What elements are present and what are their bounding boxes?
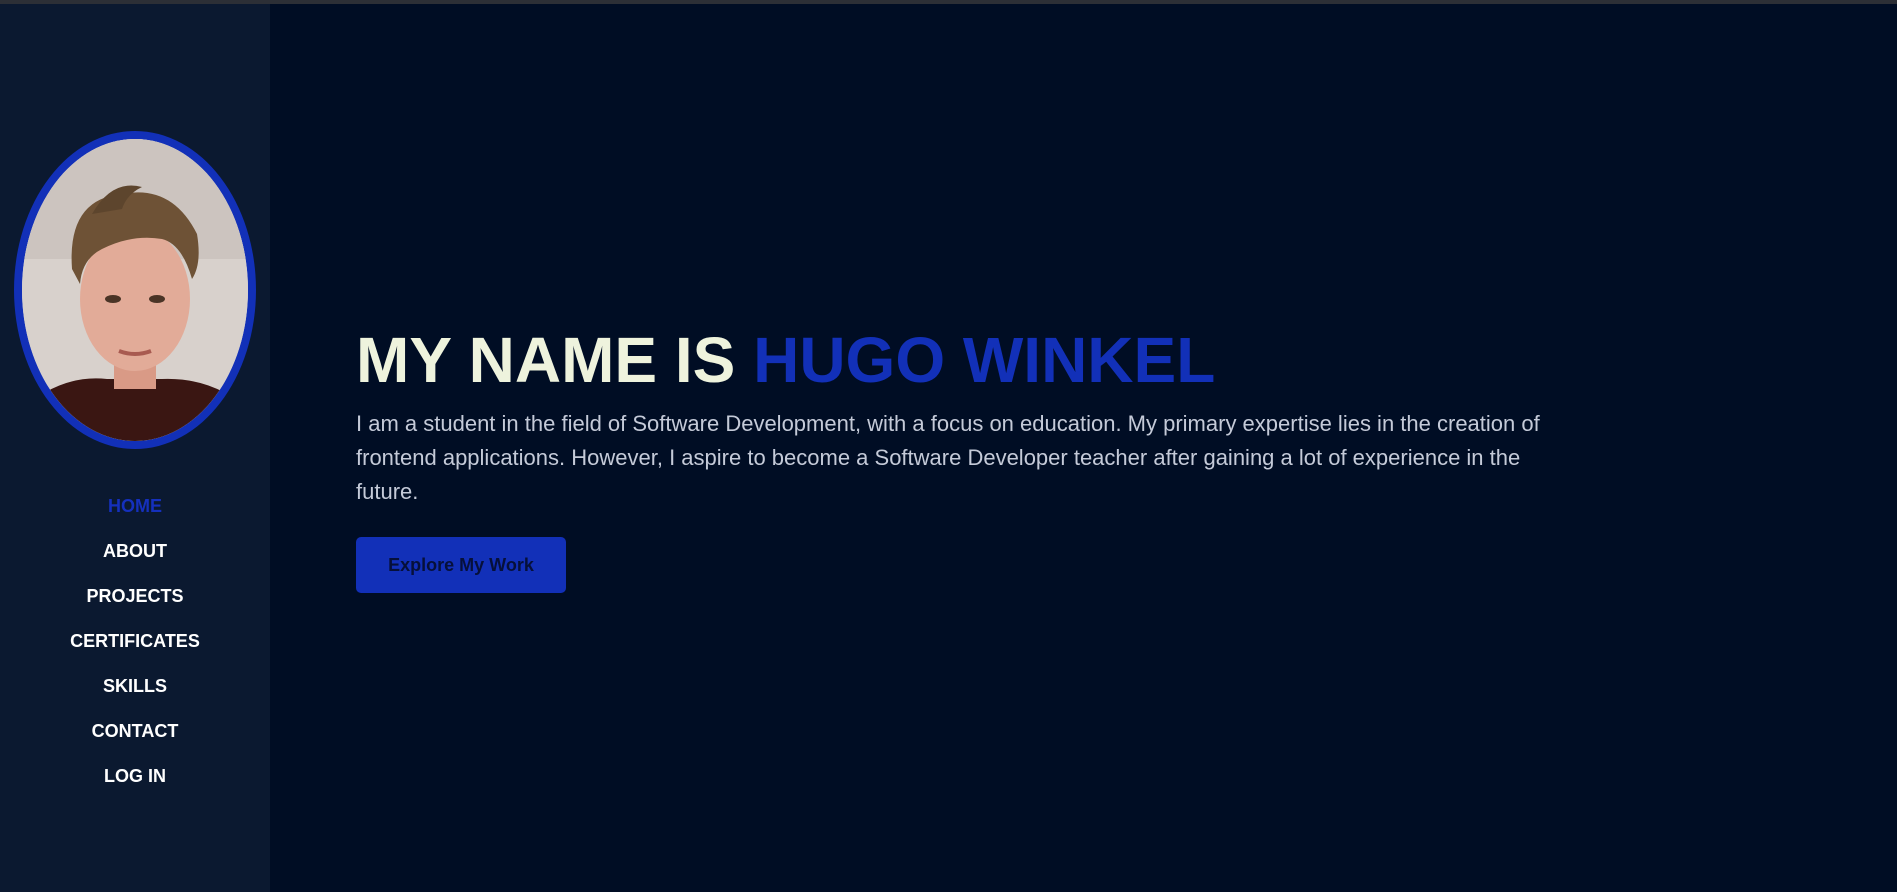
hero-title: MY NAME IS HUGO WINKEL [356,322,1215,398]
sidebar: HOME ABOUT PROJECTS CERTIFICATES SKILLS … [0,4,270,892]
main-navigation: HOME ABOUT PROJECTS CERTIFICATES SKILLS … [0,491,270,806]
nav-item-projects[interactable]: PROJECTS [0,581,270,626]
hero-intro: I am a student in the field of Software … [356,411,1540,504]
main-content: MY NAME IS HUGO WINKEL I am a student in… [270,4,1897,892]
profile-photo [22,139,248,441]
nav-item-log-in[interactable]: LOG IN [0,761,270,806]
hero-title-prefix: MY NAME IS [356,324,754,396]
avatar [14,131,256,449]
hero-title-name: HUGO WINKEL [753,324,1216,396]
nav-item-skills[interactable]: SKILLS [0,671,270,716]
nav-item-home[interactable]: HOME [0,491,270,536]
nav-item-certificates[interactable]: CERTIFICATES [0,626,270,671]
nav-item-about[interactable]: ABOUT [0,536,270,581]
explore-my-work-button[interactable]: Explore My Work [356,537,566,593]
nav-item-contact[interactable]: CONTACT [0,716,270,761]
